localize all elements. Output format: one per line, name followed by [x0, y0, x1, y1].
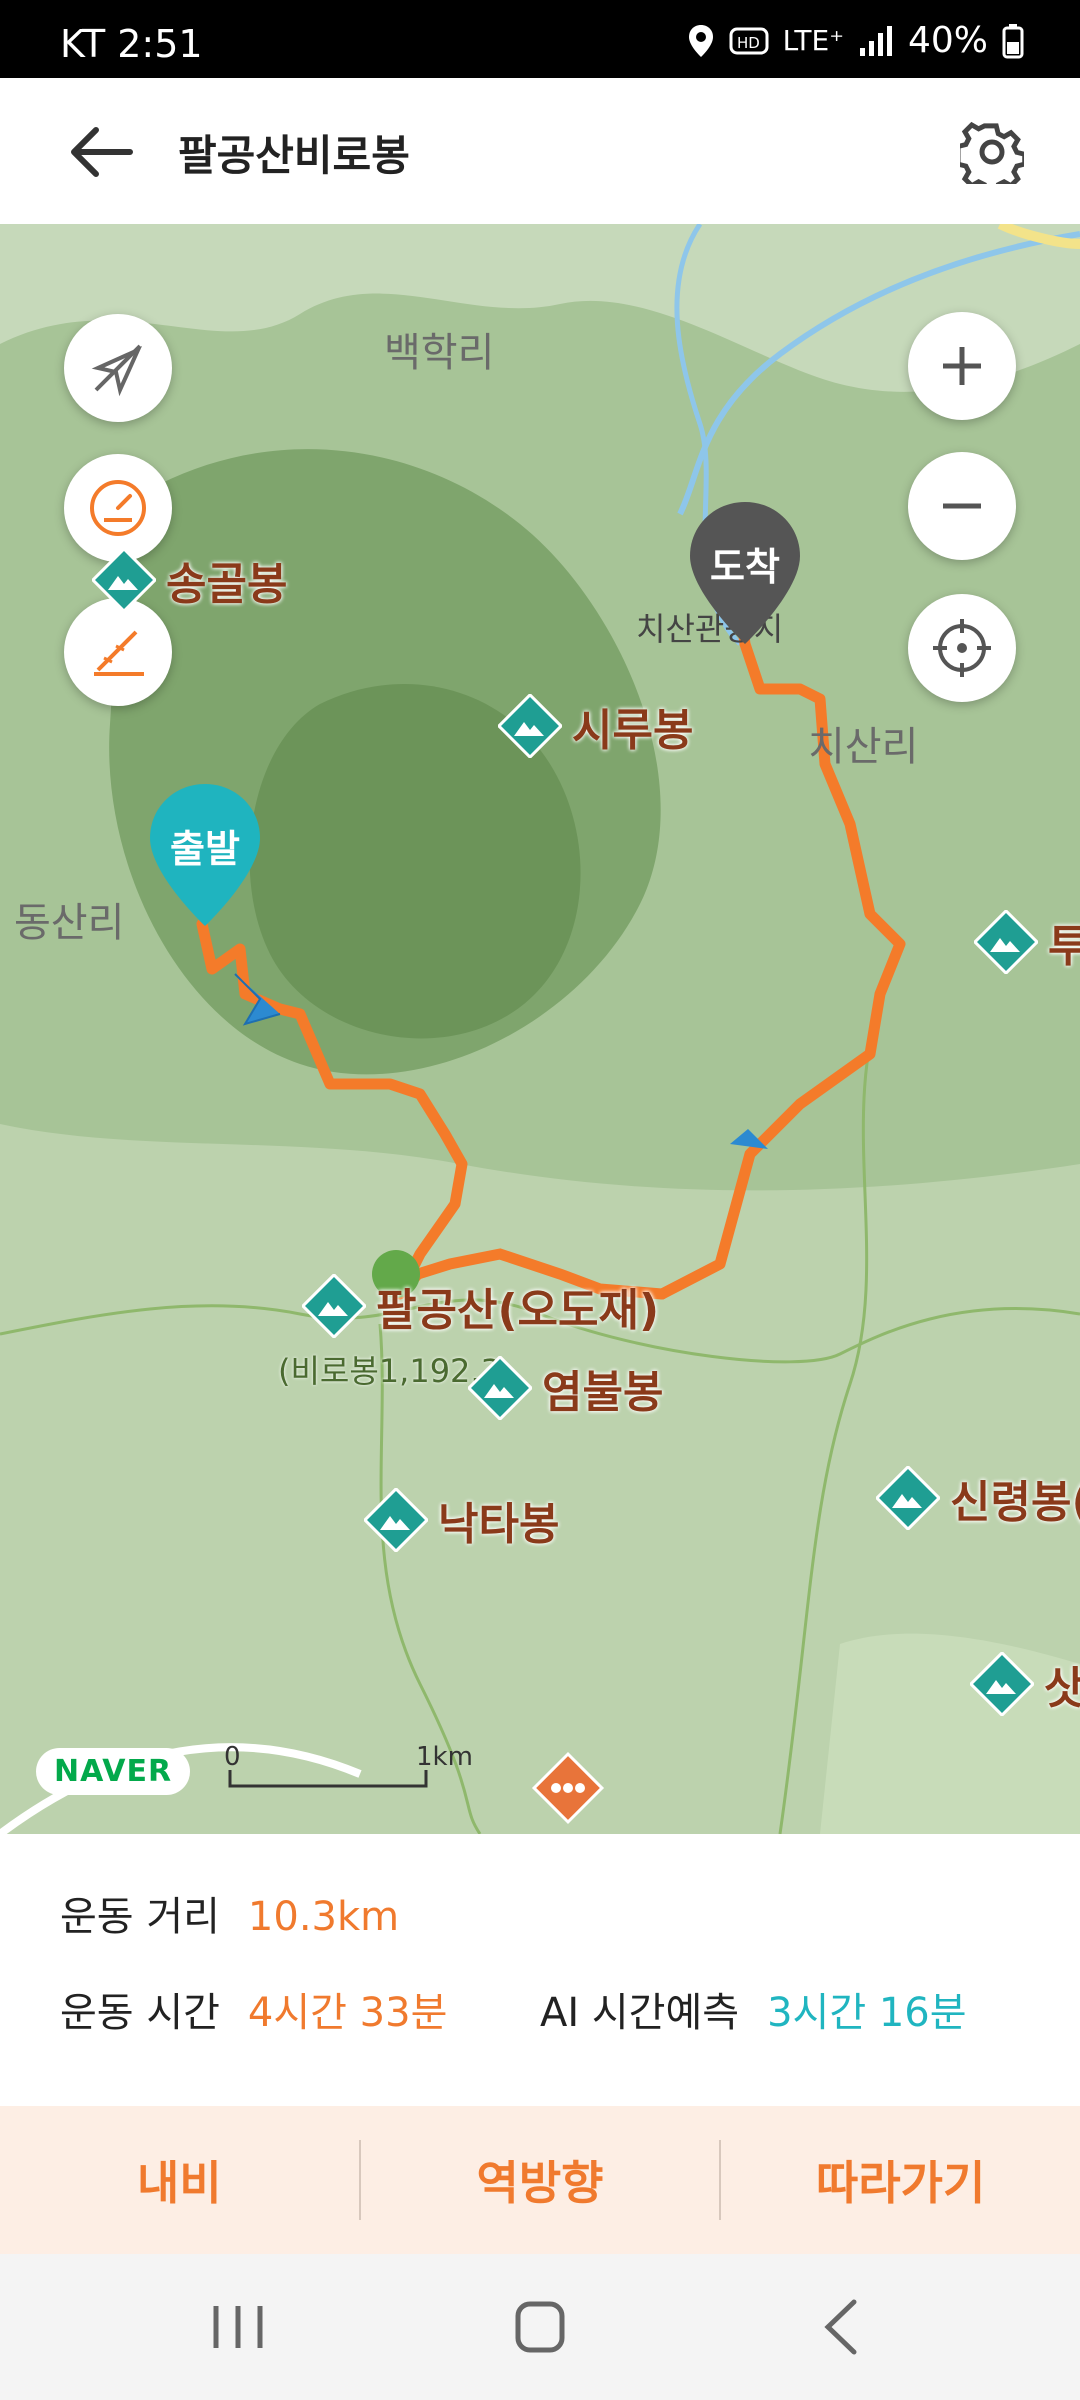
speedometer-button[interactable] — [64, 454, 172, 562]
peak-name: 팔공산(오도재) — [376, 1285, 660, 1336]
time-label: 운동 시간 — [60, 1990, 220, 2036]
settings-button[interactable] — [960, 120, 1024, 184]
peak-marker[interactable]: 송골봉 — [92, 548, 287, 612]
my-location-button[interactable] — [908, 594, 1016, 702]
distance-row: 운동 거리 10.3km — [60, 1884, 399, 1942]
scale-end-label: 1km — [416, 1742, 473, 1772]
battery-icon — [1002, 23, 1024, 58]
distance-value: 10.3km — [247, 1894, 400, 1940]
route-stats-panel: 운동 거리 10.3km 운동 시간 4시간 33분 AI 시간예측 3시간 1… — [0, 1834, 1080, 2106]
system-nav-bar — [0, 2254, 1080, 2400]
naver-logo: NAVER — [36, 1748, 191, 1795]
place-label: 치산리 — [808, 724, 919, 770]
battery-percent: 40% — [907, 20, 988, 61]
place-label: 동산리 — [14, 900, 125, 946]
start-pin[interactable]: 출발 — [144, 780, 266, 930]
peak-marker[interactable]: 투 — [974, 910, 1080, 974]
peak-marker[interactable]: 신령봉( — [876, 1466, 1080, 1530]
end-pin-label: 도착 — [710, 545, 780, 589]
action-bar: 내비 역방향 따라가기 — [0, 2106, 1080, 2254]
time-row: 운동 시간 4시간 33분 — [60, 1980, 447, 2038]
tracking-off-button[interactable] — [64, 314, 172, 422]
minus-icon — [943, 503, 981, 509]
hd-icon: HD — [729, 27, 769, 54]
ai-estimate-label: AI 시간예측 — [540, 1990, 740, 2036]
back-button[interactable] — [66, 122, 136, 182]
recent-apps-button[interactable] — [198, 2294, 278, 2360]
mountain-icon — [876, 1466, 940, 1530]
scale-bar — [228, 1770, 428, 1788]
peak-marker[interactable]: 낙타봉 — [364, 1488, 559, 1552]
mountain-icon — [364, 1488, 428, 1552]
peak-name: 삿 — [1044, 1663, 1080, 1714]
peak-name: 염불봉 — [542, 1367, 664, 1418]
status-bar: KT 2:51 HD LTE⁺ 40% — [0, 0, 1080, 78]
peak-name: 투 — [1048, 921, 1080, 972]
zoom-out-button[interactable] — [908, 452, 1016, 560]
mountain-icon — [468, 1356, 532, 1420]
scale-start-label: 0 — [224, 1742, 241, 1772]
mountain-icon — [970, 1652, 1034, 1716]
zoom-in-button[interactable] — [908, 312, 1016, 420]
poi-marker-icon[interactable] — [530, 1750, 606, 1826]
elevation-button[interactable] — [64, 598, 172, 706]
svg-text:HD: HD — [737, 34, 760, 52]
crosshair-icon — [933, 619, 991, 677]
peak-marker[interactable]: 염불봉 — [468, 1356, 663, 1420]
plus-icon — [943, 347, 981, 385]
peak-name: 송골봉 — [166, 559, 288, 610]
ai-estimate-row: AI 시간예측 3시간 16분 — [540, 1980, 967, 2038]
peak-marker[interactable]: 삿 — [970, 1652, 1080, 1716]
ai-estimate-value: 3시간 16분 — [767, 1990, 967, 2036]
page-title: 팔공산비로봉 — [178, 131, 410, 180]
home-button[interactable] — [500, 2294, 580, 2360]
location-icon — [688, 24, 713, 57]
peak-name: 신령봉( — [950, 1477, 1080, 1528]
back-nav-button[interactable] — [802, 2294, 882, 2360]
mountain-icon — [974, 910, 1038, 974]
mountain-icon — [302, 1274, 366, 1338]
peak-name: 낙타봉 — [438, 1499, 560, 1550]
signal-icon — [859, 25, 892, 56]
peak-name: 시루봉 — [572, 705, 694, 756]
network-type: LTE⁺ — [782, 24, 844, 57]
peak-marker[interactable]: 시루봉 — [498, 694, 693, 758]
reverse-button[interactable]: 역방향 — [361, 2106, 720, 2254]
time-value: 4시간 33분 — [247, 1990, 448, 2036]
start-pin-label: 출발 — [170, 827, 240, 871]
map-view[interactable]: 백학리 동산리 치산리 치산관광지 송골봉 시루봉 팔공산(오도재) (비로봉1… — [0, 224, 1080, 1834]
navi-button[interactable]: 내비 — [0, 2106, 359, 2254]
speedometer-icon — [90, 480, 146, 536]
map-terrain — [0, 224, 1080, 1834]
elevation-icon — [94, 630, 144, 676]
map-scale: 0 1km — [224, 1742, 473, 1798]
follow-button[interactable]: 따라가기 — [721, 2106, 1080, 2254]
app-header: 팔공산비로봉 — [0, 78, 1080, 225]
status-time: KT 2:51 — [60, 22, 203, 66]
status-icons: HD LTE⁺ 40% — [687, 20, 1024, 61]
mountain-icon — [498, 694, 562, 758]
place-label: 백학리 — [384, 330, 495, 376]
compass-off-icon — [91, 344, 142, 397]
distance-label: 운동 거리 — [60, 1894, 220, 1940]
end-pin[interactable]: 도착 — [684, 498, 806, 648]
mountain-icon — [92, 548, 156, 612]
peak-marker[interactable]: 팔공산(오도재) — [302, 1274, 659, 1338]
